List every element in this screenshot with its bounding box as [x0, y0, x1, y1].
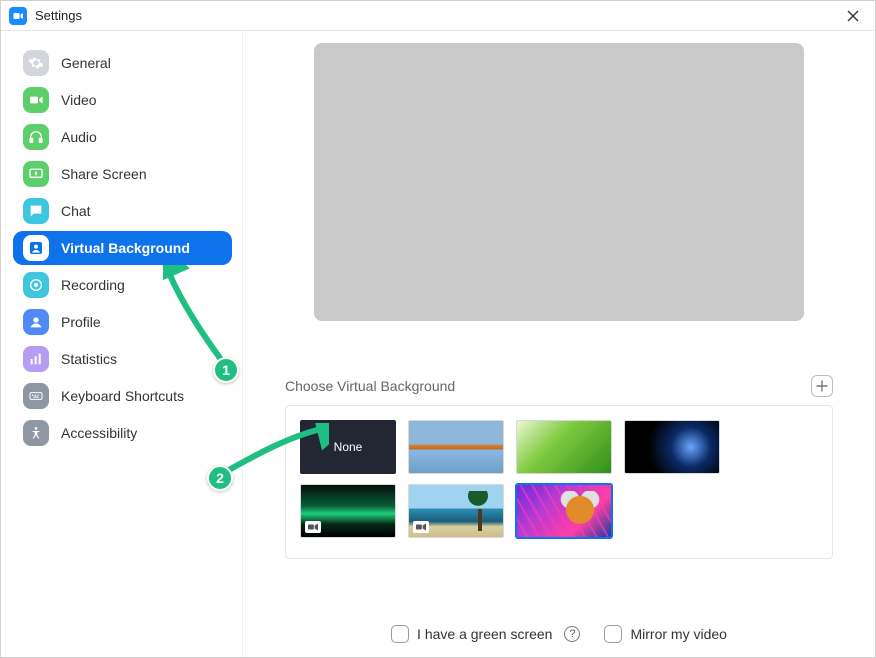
thumb-none-label: None: [334, 440, 363, 454]
sidebar-item-label: Audio: [61, 129, 97, 145]
sidebar-item-label: Keyboard Shortcuts: [61, 388, 184, 404]
video-preview: [314, 43, 804, 321]
sidebar-item-keyboard-shortcuts[interactable]: Keyboard Shortcuts: [13, 379, 232, 413]
add-background-button[interactable]: [811, 375, 833, 397]
sidebar-item-label: Chat: [61, 203, 91, 219]
sidebar-item-label: Recording: [61, 277, 125, 293]
share-screen-icon: [23, 161, 49, 187]
sidebar-item-virtual-background[interactable]: Virtual Background: [13, 231, 232, 265]
options-row: I have a green screen ? Mirror my video: [243, 625, 875, 643]
chat-icon: [23, 198, 49, 224]
background-thumb-none[interactable]: None: [300, 420, 396, 474]
headphones-icon: [23, 124, 49, 150]
sidebar-item-profile[interactable]: Profile: [13, 305, 232, 339]
record-icon: [23, 272, 49, 298]
body: General Video Audio Share Screen: [1, 31, 875, 657]
background-thumb-beach[interactable]: [408, 484, 504, 538]
help-icon[interactable]: ?: [564, 626, 580, 642]
plus-icon: [816, 380, 828, 392]
gear-icon: [23, 50, 49, 76]
video-badge-icon: [413, 521, 429, 533]
checkbox-box-icon: [604, 625, 622, 643]
sidebar-item-video[interactable]: Video: [13, 83, 232, 117]
background-thumb-grass[interactable]: [516, 420, 612, 474]
sidebar-item-statistics[interactable]: Statistics: [13, 342, 232, 376]
sidebar-item-label: Statistics: [61, 351, 117, 367]
virtual-background-icon: [23, 235, 49, 261]
mirror-video-checkbox[interactable]: Mirror my video: [604, 625, 726, 643]
app-icon: [9, 7, 27, 25]
green-screen-checkbox[interactable]: I have a green screen ?: [391, 625, 580, 643]
sidebar-item-general[interactable]: General: [13, 46, 232, 80]
background-thumb-tiger[interactable]: [516, 484, 612, 538]
background-thumb-bridge[interactable]: [408, 420, 504, 474]
statistics-icon: [23, 346, 49, 372]
close-icon: [847, 10, 859, 22]
checkbox-box-icon: [391, 625, 409, 643]
sidebar: General Video Audio Share Screen: [1, 31, 243, 657]
sidebar-item-label: Virtual Background: [61, 240, 190, 256]
sidebar-item-accessibility[interactable]: Accessibility: [13, 416, 232, 450]
green-screen-label: I have a green screen: [417, 626, 552, 642]
sidebar-item-label: Accessibility: [61, 425, 137, 441]
accessibility-icon: [23, 420, 49, 446]
keyboard-icon: [23, 383, 49, 409]
close-button[interactable]: [839, 2, 867, 30]
background-thumb-aurora[interactable]: [300, 484, 396, 538]
sidebar-item-label: Share Screen: [61, 166, 147, 182]
background-thumb-earth[interactable]: [624, 420, 720, 474]
titlebar: Settings: [1, 1, 875, 31]
sidebar-item-share-screen[interactable]: Share Screen: [13, 157, 232, 191]
settings-window: Settings General Video: [0, 0, 876, 658]
sidebar-item-label: General: [61, 55, 111, 71]
background-thumbnails-panel: None: [285, 405, 833, 559]
sidebar-item-audio[interactable]: Audio: [13, 120, 232, 154]
sidebar-item-label: Video: [61, 92, 97, 108]
mirror-label: Mirror my video: [630, 626, 726, 642]
video-icon: [23, 87, 49, 113]
window-title: Settings: [35, 8, 82, 23]
video-badge-icon: [305, 521, 321, 533]
sidebar-item-recording[interactable]: Recording: [13, 268, 232, 302]
profile-icon: [23, 309, 49, 335]
section-title: Choose Virtual Background: [285, 378, 455, 394]
sidebar-item-label: Profile: [61, 314, 101, 330]
sidebar-item-chat[interactable]: Chat: [13, 194, 232, 228]
content-pane: Choose Virtual Background None: [243, 31, 875, 657]
